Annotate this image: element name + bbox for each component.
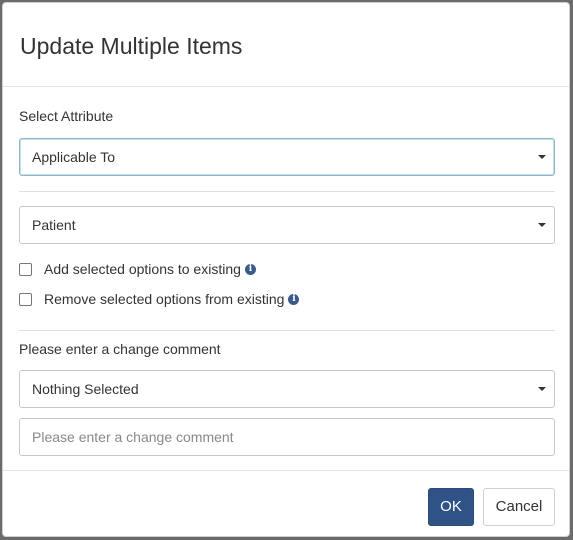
dialog-title: Update Multiple Items (20, 33, 243, 59)
comment-select[interactable]: Nothing Selected (19, 370, 555, 408)
select-attribute-label: Select Attribute (19, 108, 114, 124)
divider (19, 330, 555, 331)
divider (19, 191, 555, 192)
attribute-select-value: Applicable To (32, 149, 116, 165)
update-multiple-items-dialog: Update Multiple Items Select Attribute A… (2, 2, 570, 537)
ok-button[interactable]: OK (428, 488, 474, 526)
cancel-button[interactable]: Cancel (483, 488, 555, 526)
value-select[interactable]: Patient (19, 206, 555, 244)
remove-option-row: Remove selected options from existing i (19, 290, 300, 308)
attribute-select[interactable]: Applicable To (19, 138, 555, 176)
remove-options-checkbox[interactable] (19, 292, 32, 306)
value-select-value: Patient (32, 217, 76, 233)
comment-select-value: Nothing Selected (32, 381, 139, 397)
remove-options-label: Remove selected options from existing (44, 291, 285, 307)
add-option-row: Add selected options to existing i (19, 260, 256, 278)
info-icon[interactable]: i (244, 263, 256, 275)
add-options-label: Add selected options to existing (44, 261, 241, 277)
dialog-header: Update Multiple Items (3, 3, 569, 87)
comment-label: Please enter a change comment (19, 341, 221, 357)
add-options-checkbox[interactable] (19, 262, 32, 276)
caret-down-icon (538, 223, 546, 227)
caret-down-icon (538, 387, 546, 391)
comment-input[interactable] (19, 418, 555, 456)
caret-down-icon (538, 155, 546, 159)
info-icon[interactable]: i (288, 293, 300, 305)
dialog-footer: OK Cancel (3, 470, 569, 539)
